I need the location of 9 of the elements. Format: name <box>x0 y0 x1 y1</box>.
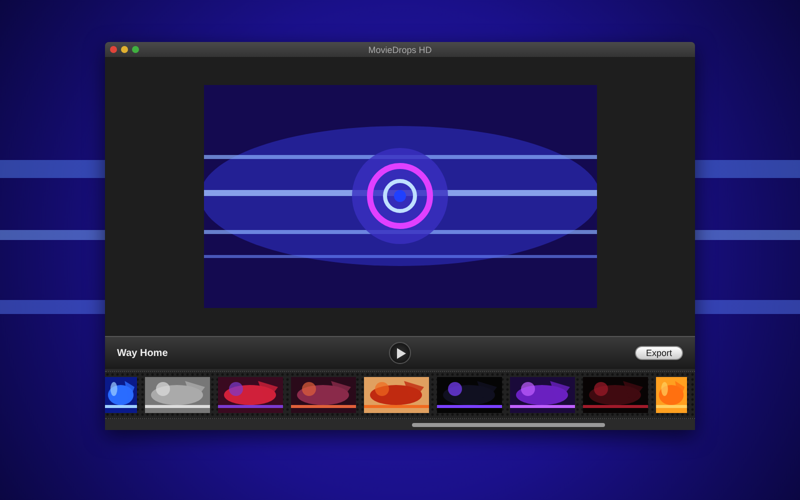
window-title: MovieDrops HD <box>368 44 432 54</box>
play-icon <box>397 348 406 358</box>
play-button[interactable] <box>389 342 411 364</box>
minimize-button[interactable] <box>121 46 128 53</box>
scroll-bar[interactable] <box>412 422 605 426</box>
zoom-button[interactable] <box>132 46 139 53</box>
export-button[interactable]: Export <box>634 346 683 360</box>
clip-title: Way Home <box>117 348 169 358</box>
close-button[interactable] <box>110 46 117 53</box>
